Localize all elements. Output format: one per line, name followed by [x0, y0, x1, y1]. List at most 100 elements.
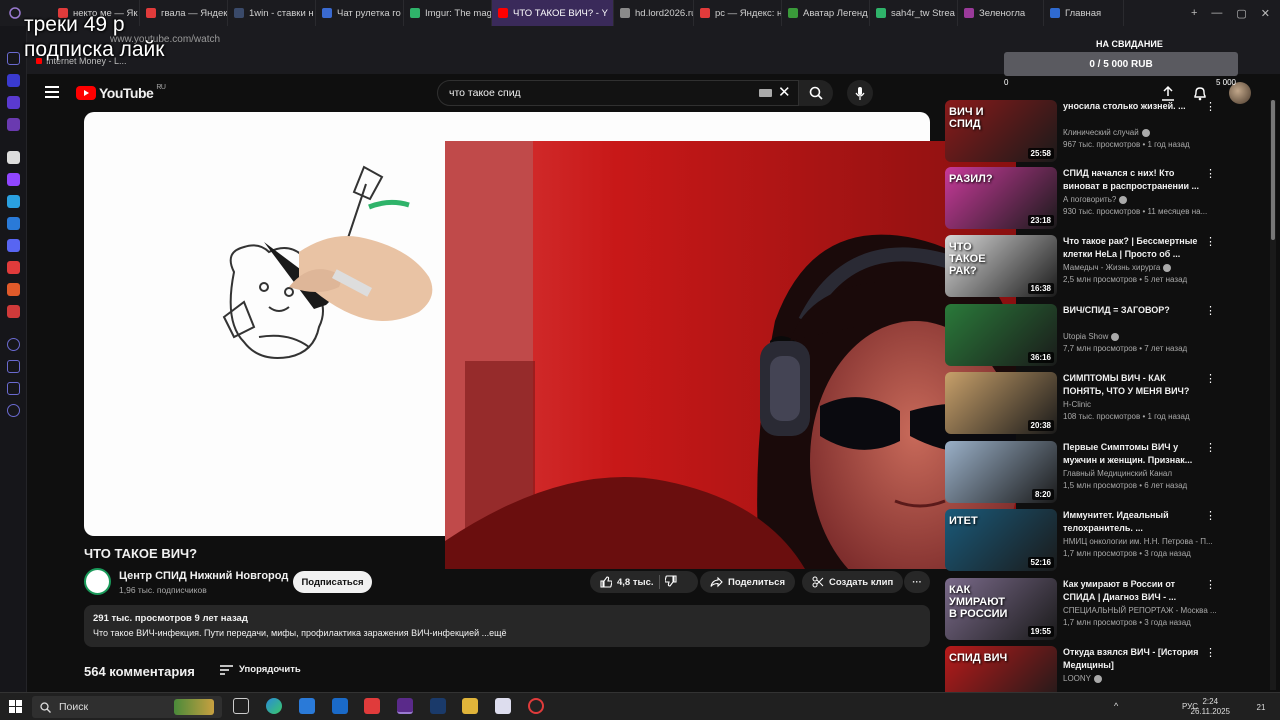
recommendation-thumbnail[interactable]: КАК УМИРАЮТ В РОССИИ 19:55 [945, 578, 1057, 640]
browser-tab[interactable]: ЧТО ТАКОЕ ВИЧ? - Y [492, 0, 614, 26]
like-button[interactable]: 4,8 тыс. [600, 576, 654, 588]
recommendation-channel[interactable]: Мамедыч - Жизнь хирурга [1063, 263, 1172, 272]
taskbar-search[interactable]: Поиск [32, 696, 222, 718]
browser-tab[interactable]: Зеленогла [958, 0, 1044, 26]
sort-comments-button[interactable]: Упорядочить [220, 664, 301, 675]
search-input[interactable]: что такое спид [437, 80, 799, 106]
recommendation-thumbnail[interactable]: ВИЧ И СПИД 25:58 [945, 100, 1057, 162]
share-button[interactable]: Поделиться [700, 571, 796, 593]
sidebar-yandex-icon[interactable] [7, 261, 20, 274]
sidebar-extensions-icon[interactable] [7, 382, 20, 395]
file-explorer-icon[interactable] [462, 698, 478, 714]
recommendation-thumbnail[interactable]: РАЗИЛ? 23:18 [945, 167, 1057, 229]
sidebar-vk-icon[interactable] [7, 217, 20, 230]
sidebar-app2-icon[interactable] [7, 305, 20, 318]
more-vertical-icon[interactable]: ⋮ [1205, 304, 1216, 317]
sidebar-discord-icon[interactable] [7, 239, 20, 252]
recommendation-thumbnail[interactable]: ЧТО ТАКОЕ РАК? 16:38 [945, 235, 1057, 297]
recommendation-thumbnail[interactable]: 20:38 [945, 372, 1057, 434]
recommendation-title[interactable]: Что такое рак? | Бессмертные клетки HeLa… [1063, 235, 1201, 260]
recommendation-title[interactable]: Первые Симптомы ВИЧ у мужчин и женщин. П… [1063, 441, 1201, 466]
sidebar-bookmarks-icon[interactable] [7, 96, 20, 109]
create-clip-button[interactable]: Создать клип [802, 571, 904, 593]
browser-tab[interactable]: Главная [1044, 0, 1124, 26]
obs-icon[interactable] [528, 698, 544, 714]
sidebar-settings-icon[interactable] [7, 404, 20, 417]
more-vertical-icon[interactable]: ⋮ [1205, 509, 1216, 522]
recommendation-title[interactable]: Иммунитет. Идеальный телохранитель. ... [1063, 509, 1201, 534]
recommendation-title[interactable]: Как умирают в России от СПИДА | Диагноз … [1063, 578, 1201, 603]
more-vertical-icon[interactable]: ⋮ [1205, 646, 1216, 659]
recommendation-channel[interactable]: СПЕЦИАЛЬНЫЙ РЕПОРТАЖ - Москва ... [1063, 606, 1217, 615]
more-vertical-icon[interactable]: ⋮ [1205, 372, 1216, 385]
sidebar-reddit-icon[interactable] [7, 283, 20, 296]
scrollbar-thumb[interactable] [1271, 100, 1275, 240]
recommendation-title[interactable]: уносила столько жизней. ... [1063, 100, 1201, 113]
recommendation-item[interactable]: РАЗИЛ? 23:18 СПИД начался с них! Кто винов… [945, 167, 1216, 231]
sidebar-mail-icon[interactable] [7, 118, 20, 131]
sidebar-history-icon[interactable] [7, 338, 20, 351]
recommendation-thumbnail[interactable]: 36:16 [945, 304, 1057, 366]
recommendation-item[interactable]: ИТЕТ 52:16 Иммунитет. Идеальный телохранит… [945, 509, 1216, 573]
recommendation-thumbnail[interactable]: ИТЕТ 52:16 [945, 509, 1057, 571]
yandex-icon[interactable] [364, 698, 380, 714]
tray-chevron-icon[interactable]: ^ [1114, 701, 1118, 711]
recommendation-item[interactable]: ВИЧ И СПИД 25:58 уносила столько жизней. .… [945, 100, 1216, 164]
channel-name[interactable]: Центр СПИД Нижний Новгород [119, 570, 288, 582]
store-icon[interactable] [299, 698, 315, 714]
more-vertical-icon[interactable]: ⋮ [1205, 441, 1216, 454]
browser-tab[interactable]: Imgur: The mag [404, 0, 492, 26]
browser-app-icon[interactable] [397, 698, 413, 714]
recommendation-channel[interactable]: LOONY [1063, 674, 1103, 683]
recommendation-title[interactable]: Откуда взялся ВИЧ - [История Медицины] [1063, 646, 1201, 671]
sidebar-messages-icon[interactable] [7, 74, 20, 87]
sidebar-twitch-icon[interactable] [7, 173, 20, 186]
recommendation-item[interactable]: ЧТО ТАКОЕ РАК? 16:38 Что такое рак? | Бесс… [945, 235, 1216, 299]
recommendation-channel[interactable]: Главный Медицинский Канал [1063, 469, 1172, 478]
steam-icon[interactable] [430, 698, 446, 714]
browser-tab[interactable]: рс — Яндекс: н [694, 0, 782, 26]
maximize-icon[interactable]: ▢ [1236, 7, 1246, 20]
notification-center[interactable]: 21 [1252, 700, 1270, 714]
browser-tab[interactable]: hd.lord2026.ru [614, 0, 694, 26]
notepad-icon[interactable] [495, 698, 511, 714]
more-actions-button[interactable]: ··· [904, 571, 930, 593]
more-vertical-icon[interactable]: ⋮ [1205, 235, 1216, 248]
keyboard-icon[interactable] [759, 89, 772, 97]
recommendation-item[interactable]: 36:16 ВИЧ/СПИД = ЗАГОВОР? Utopia Show 7,7 м… [945, 304, 1216, 368]
youtube-logo[interactable]: YouTube RU [76, 84, 166, 101]
sidebar-downloads-icon[interactable] [7, 360, 20, 373]
recommendation-item[interactable]: 20:38 СИМПТОМЫ ВИЧ - КАК ПОНЯТЬ, ЧТО У МЕ… [945, 372, 1216, 436]
recommendation-title[interactable]: СПИД начался с них! Кто виноват в распро… [1063, 167, 1201, 192]
search-button[interactable] [799, 80, 833, 106]
recommendation-channel[interactable]: А поговорить? [1063, 195, 1128, 204]
recommendation-channel[interactable]: НМИЦ онкологии им. Н.Н. Петрова - П... [1063, 537, 1213, 546]
sidebar-app-icon[interactable] [7, 151, 20, 164]
recommendation-item[interactable]: 8:20 Первые Симптомы ВИЧ у мужчин и женщи… [945, 441, 1216, 505]
more-vertical-icon[interactable]: ⋮ [1205, 100, 1216, 113]
dislike-button[interactable] [663, 574, 677, 590]
new-tab-icon[interactable]: + [1191, 7, 1197, 20]
recommendation-channel[interactable]: Utopia Show [1063, 332, 1120, 341]
outlook-icon[interactable] [332, 698, 348, 714]
recommendation-channel[interactable]: Клинический случай [1063, 128, 1150, 137]
browser-tab[interactable]: Чат рулетка го [316, 0, 404, 26]
recommendation-channel[interactable]: H-Clinic [1063, 400, 1091, 409]
recommendation-title[interactable]: ВИЧ/СПИД = ЗАГОВОР? [1063, 304, 1201, 317]
browser-tab[interactable]: 1win - ставки н [228, 0, 316, 26]
minimize-icon[interactable]: — [1211, 7, 1222, 20]
description-box[interactable]: 291 тыс. просмотров 9 лет назад Что тако… [84, 605, 930, 647]
subscribe-button[interactable]: Подписаться [293, 571, 372, 593]
recommendation-title[interactable]: СИМПТОМЫ ВИЧ - КАК ПОНЯТЬ, ЧТО У МЕНЯ ВИ… [1063, 372, 1201, 397]
edge-icon[interactable] [266, 698, 282, 714]
more-vertical-icon[interactable]: ⋮ [1205, 167, 1216, 180]
close-window-icon[interactable]: ✕ [1261, 7, 1270, 20]
clear-search-icon[interactable]: ✕ [778, 83, 791, 101]
menu-icon[interactable] [45, 86, 59, 98]
voice-search-button[interactable] [847, 80, 873, 106]
browser-tab[interactable]: Аватар Легенд [782, 0, 870, 26]
windows-start-icon[interactable] [9, 700, 23, 719]
clock[interactable]: 2:24 26.11.2025 [1191, 697, 1230, 717]
more-vertical-icon[interactable]: ⋮ [1205, 578, 1216, 591]
sidebar-telegram-icon[interactable] [7, 195, 20, 208]
